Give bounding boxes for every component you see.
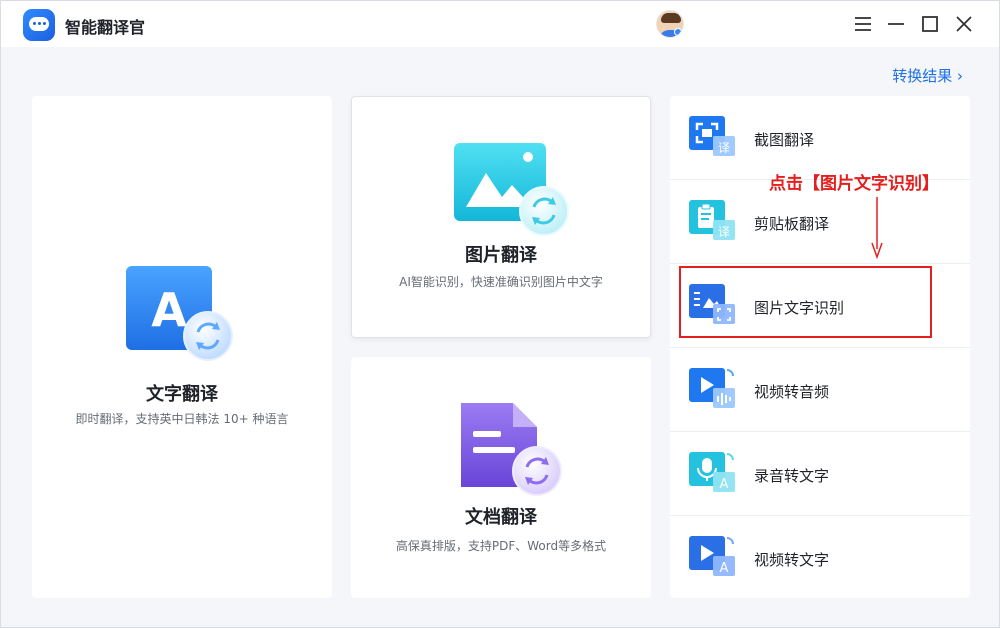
document-translate-title: 文档翻译 [465,507,537,528]
minimize-icon[interactable] [885,13,907,35]
tool-label: 截图翻译 [754,131,815,149]
text-translate-card[interactable]: A 文字翻译 即时翻译，支持英中日韩法 10+ 种语言 [32,96,332,598]
image-translate-desc: AI智能识别，快速准确识别图片中文字 [399,275,603,289]
menu-icon[interactable] [852,13,874,35]
app-window: 智能翻译官 转换结果 › A 文字翻译 即时翻译，支持英中日韩法 10+ 种语言… [0,0,1000,628]
text-translate-title: 文字翻译 [146,384,218,405]
document-translate-desc: 高保真排版，支持PDF、Word等多格式 [395,539,607,553]
svg-text:A: A [720,477,729,492]
verified-badge-icon [674,28,682,36]
image-translate-title: 图片翻译 [465,245,537,266]
image-translate-card[interactable]: 图片翻译 AI智能识别，快速准确识别图片中文字 [351,96,651,338]
recording-to-text-icon: A [689,452,735,494]
title-bar: 智能翻译官 [1,1,999,47]
video-to-text-icon: A [689,536,735,578]
screenshot-translate-icon: 译 [689,116,735,158]
conversion-results-link[interactable]: 转换结果 › [892,65,963,86]
tool-video-to-audio[interactable]: 视频转音频 [670,348,970,432]
maximize-icon[interactable] [919,13,941,35]
app-logo-icon [23,9,55,41]
tool-label: 录音转文字 [754,467,830,485]
tool-screenshot-translate[interactable]: 译 截图翻译 [670,96,970,180]
app-title: 智能翻译官 [65,18,146,37]
tool-label: 视频转文字 [754,551,830,569]
text-translate-desc: 即时翻译，支持英中日韩法 10+ 种语言 [75,412,289,426]
document-translate-icon [457,401,567,501]
svg-text:A: A [151,283,187,337]
annotation-instruction: 点击【图片文字识别】 [769,174,939,194]
video-to-audio-icon [689,368,735,410]
svg-text:译: 译 [718,141,730,155]
image-translate-icon [452,141,572,237]
svg-text:译: 译 [718,225,730,239]
text-translate-icon: A [124,264,236,364]
user-avatar[interactable] [656,10,684,38]
document-translate-card[interactable]: 文档翻译 高保真排版，支持PDF、Word等多格式 [351,357,651,598]
tool-label: 视频转音频 [754,383,830,401]
tool-video-to-text[interactable]: A 视频转文字 [670,516,970,600]
svg-text:A: A [720,561,729,576]
close-icon[interactable] [953,13,975,35]
tool-label: 剪贴板翻译 [754,215,830,233]
clipboard-translate-icon: 译 [689,200,735,242]
tool-recording-to-text[interactable]: A 录音转文字 [670,432,970,516]
annotation-highlight-box [679,266,932,338]
annotation-arrow-icon [869,197,885,260]
